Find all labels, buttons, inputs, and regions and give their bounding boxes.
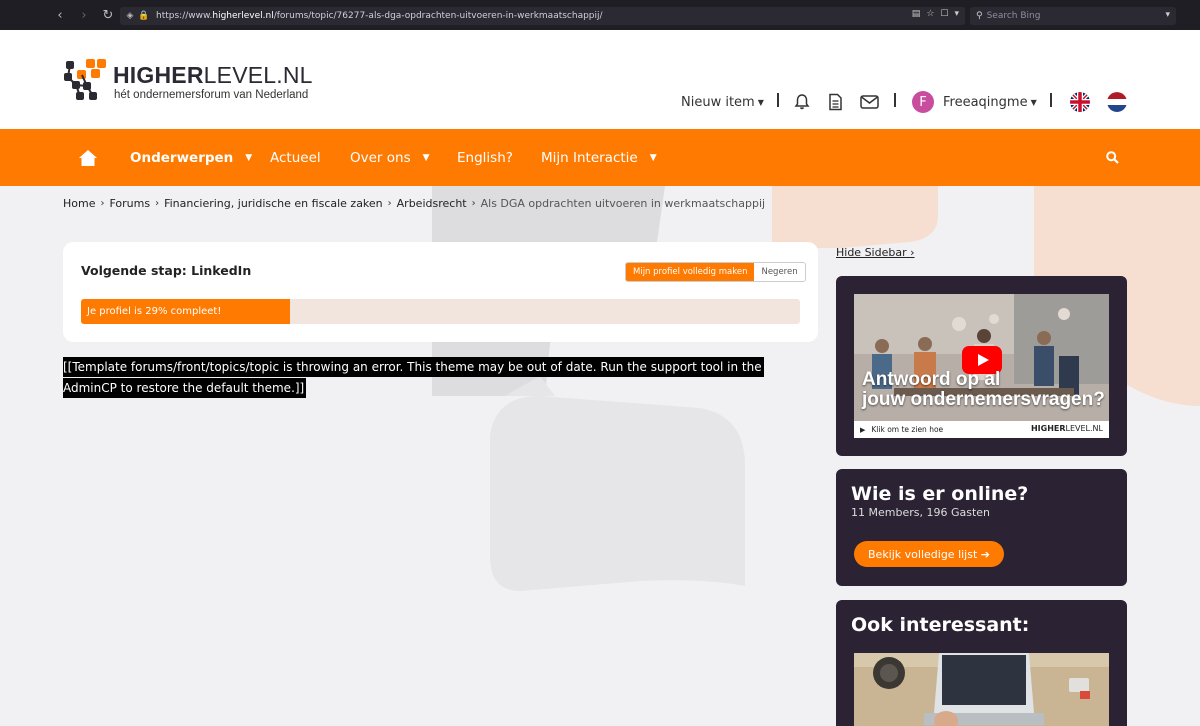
chevron-right-icon: › (910, 246, 915, 259)
lock-icon: 🔒 (138, 11, 150, 21)
breadcrumb-current: Als DGA opdrachten uitvoeren in werkmaat… (480, 197, 766, 210)
translate-icon[interactable]: ☆ (926, 9, 934, 19)
linkedin-card: Volgende stap: LinkedIn Mijn profiel vol… (63, 242, 818, 342)
search-icon (1106, 151, 1119, 164)
search-icon: ⚲ (976, 11, 983, 21)
video-footer: ▶ Klik om te zien hoe HIGHERLEVEL.NL (854, 421, 1109, 438)
interesting-title: Ook interessant: (851, 614, 1030, 636)
nav-onderwerpen[interactable]: Onderwerpen ▼ (130, 129, 252, 186)
browser-toolbar: ‹ › ↻ ◈ 🔒 https://www.higherlevel.nl/for… (0, 0, 1200, 30)
nl-flag-icon (1107, 92, 1127, 112)
uk-flag-icon (1070, 92, 1090, 112)
video-footer-logo: HIGHERLEVEL.NL (1030, 424, 1103, 433)
language-dutch[interactable] (1107, 90, 1127, 114)
breadcrumb-home[interactable]: Home (63, 197, 95, 210)
main-navigation: Onderwerpen ▼ Actueel Over ons ▼ English? … (0, 129, 1200, 186)
home-icon (79, 149, 97, 166)
new-item-label: Nieuw item (681, 94, 755, 110)
site-header: HIGHERLEVEL.NL hét ondernemersforum van … (0, 30, 1200, 129)
user-menu[interactable]: F Freeaqingme ▼ (912, 90, 1037, 114)
messages-button[interactable] (860, 90, 879, 114)
template-error-message: [[Template forums/front/topics/topic is … (63, 357, 779, 399)
address-bar[interactable]: ◈ 🔒 https://www.higherlevel.nl/forums/to… (120, 7, 965, 25)
activity-button[interactable] (827, 90, 844, 114)
reload-button[interactable]: ↻ (96, 0, 120, 30)
video-panel: Antwoord op al jouw ondernemersvragen? ▶ … (836, 276, 1127, 456)
dropdown-icon[interactable]: ▾ (954, 9, 959, 19)
forward-button[interactable]: › (72, 0, 96, 30)
view-full-list-button[interactable]: Bekijk volledige lijst ➔ (854, 541, 1004, 567)
bookmark-icon[interactable]: ☐ (940, 9, 948, 19)
breadcrumb-forums[interactable]: Forums (109, 197, 150, 210)
online-count: 11 Members, 196 Gasten (851, 506, 991, 519)
hide-sidebar-link[interactable]: Hide Sidebar › (836, 246, 915, 259)
username: Freeaqingme (943, 94, 1028, 110)
complete-profile-button[interactable]: Mijn profiel volledig maken (626, 263, 755, 281)
search-button[interactable] (1106, 129, 1119, 186)
search-bar[interactable]: ⚲ Search Bing ▾ (970, 7, 1176, 25)
envelope-icon (860, 95, 879, 109)
arrow-right-icon: ➔ (980, 547, 990, 561)
search-placeholder: Search Bing (986, 11, 1041, 21)
separator (1050, 93, 1052, 107)
separator (894, 93, 896, 107)
new-item-menu[interactable]: Nieuw item ▼ (681, 90, 764, 114)
breadcrumb: Home › Forums › Financiering, juridische e… (63, 197, 765, 210)
notifications-button[interactable] (793, 90, 811, 114)
bell-icon (794, 94, 810, 110)
ignore-button[interactable]: Negeren (754, 263, 805, 281)
caret-down-icon: ▼ (757, 97, 764, 107)
promo-video[interactable]: Antwoord op al jouw ondernemersvragen? ▶ … (854, 294, 1109, 438)
linkedin-title: Volgende stap: LinkedIn (81, 263, 252, 278)
chevron-right-icon: › (155, 198, 160, 209)
video-caption: Antwoord op al jouw ondernemersvragen? (862, 369, 1105, 410)
chevron-right-icon: › (471, 198, 476, 209)
caret-down-icon: ▼ (422, 152, 430, 163)
document-icon (829, 93, 842, 111)
play-small-icon: ▶ (860, 425, 866, 434)
laptop-photo (854, 653, 1109, 726)
caret-down-icon: ▼ (1030, 97, 1037, 107)
nav-over-ons[interactable]: Over ons ▼ (350, 129, 430, 186)
search-engine-dropdown-icon[interactable]: ▾ (1165, 10, 1170, 20)
caret-down-icon: ▼ (649, 152, 657, 163)
nav-english[interactable]: English? (457, 129, 513, 186)
online-panel: Wie is er online? 11 Members, 196 Gasten… (836, 469, 1127, 586)
url-text: https://www.higherlevel.nl/forums/topic/… (156, 11, 603, 21)
progress-fill: Je profiel is 29% compleet! (81, 299, 290, 324)
language-english[interactable] (1070, 90, 1090, 114)
breadcrumb-arbeidsrecht[interactable]: Arbeidsrecht (397, 197, 467, 210)
nav-actueel[interactable]: Actueel (270, 129, 321, 186)
linkedin-button-group: Mijn profiel volledig maken Negeren (625, 262, 806, 282)
breadcrumb-financiering[interactable]: Financiering, juridische en fiscale zake… (164, 197, 383, 210)
video-footer-text: Klik om te zien hoe (871, 425, 944, 434)
separator (777, 93, 779, 107)
avatar: F (912, 91, 934, 113)
home-button[interactable] (79, 129, 97, 186)
profile-progress-bar: Je profiel is 29% compleet! (81, 299, 800, 324)
chevron-right-icon: › (387, 198, 392, 209)
chevron-right-icon: › (100, 198, 105, 209)
logo-title: HIGHERLEVEL.NL (113, 62, 313, 88)
back-button[interactable]: ‹ (48, 0, 72, 30)
interesting-image[interactable] (854, 653, 1109, 726)
interesting-panel: Ook interessant: (836, 600, 1127, 726)
shield-icon: ◈ (126, 11, 134, 21)
online-title: Wie is er online? (851, 483, 1029, 505)
reader-view-icon[interactable]: ▤ (912, 9, 921, 19)
caret-down-icon: ▼ (245, 152, 253, 163)
nav-mijn-interactie[interactable]: Mijn Interactie ▼ (541, 129, 657, 186)
